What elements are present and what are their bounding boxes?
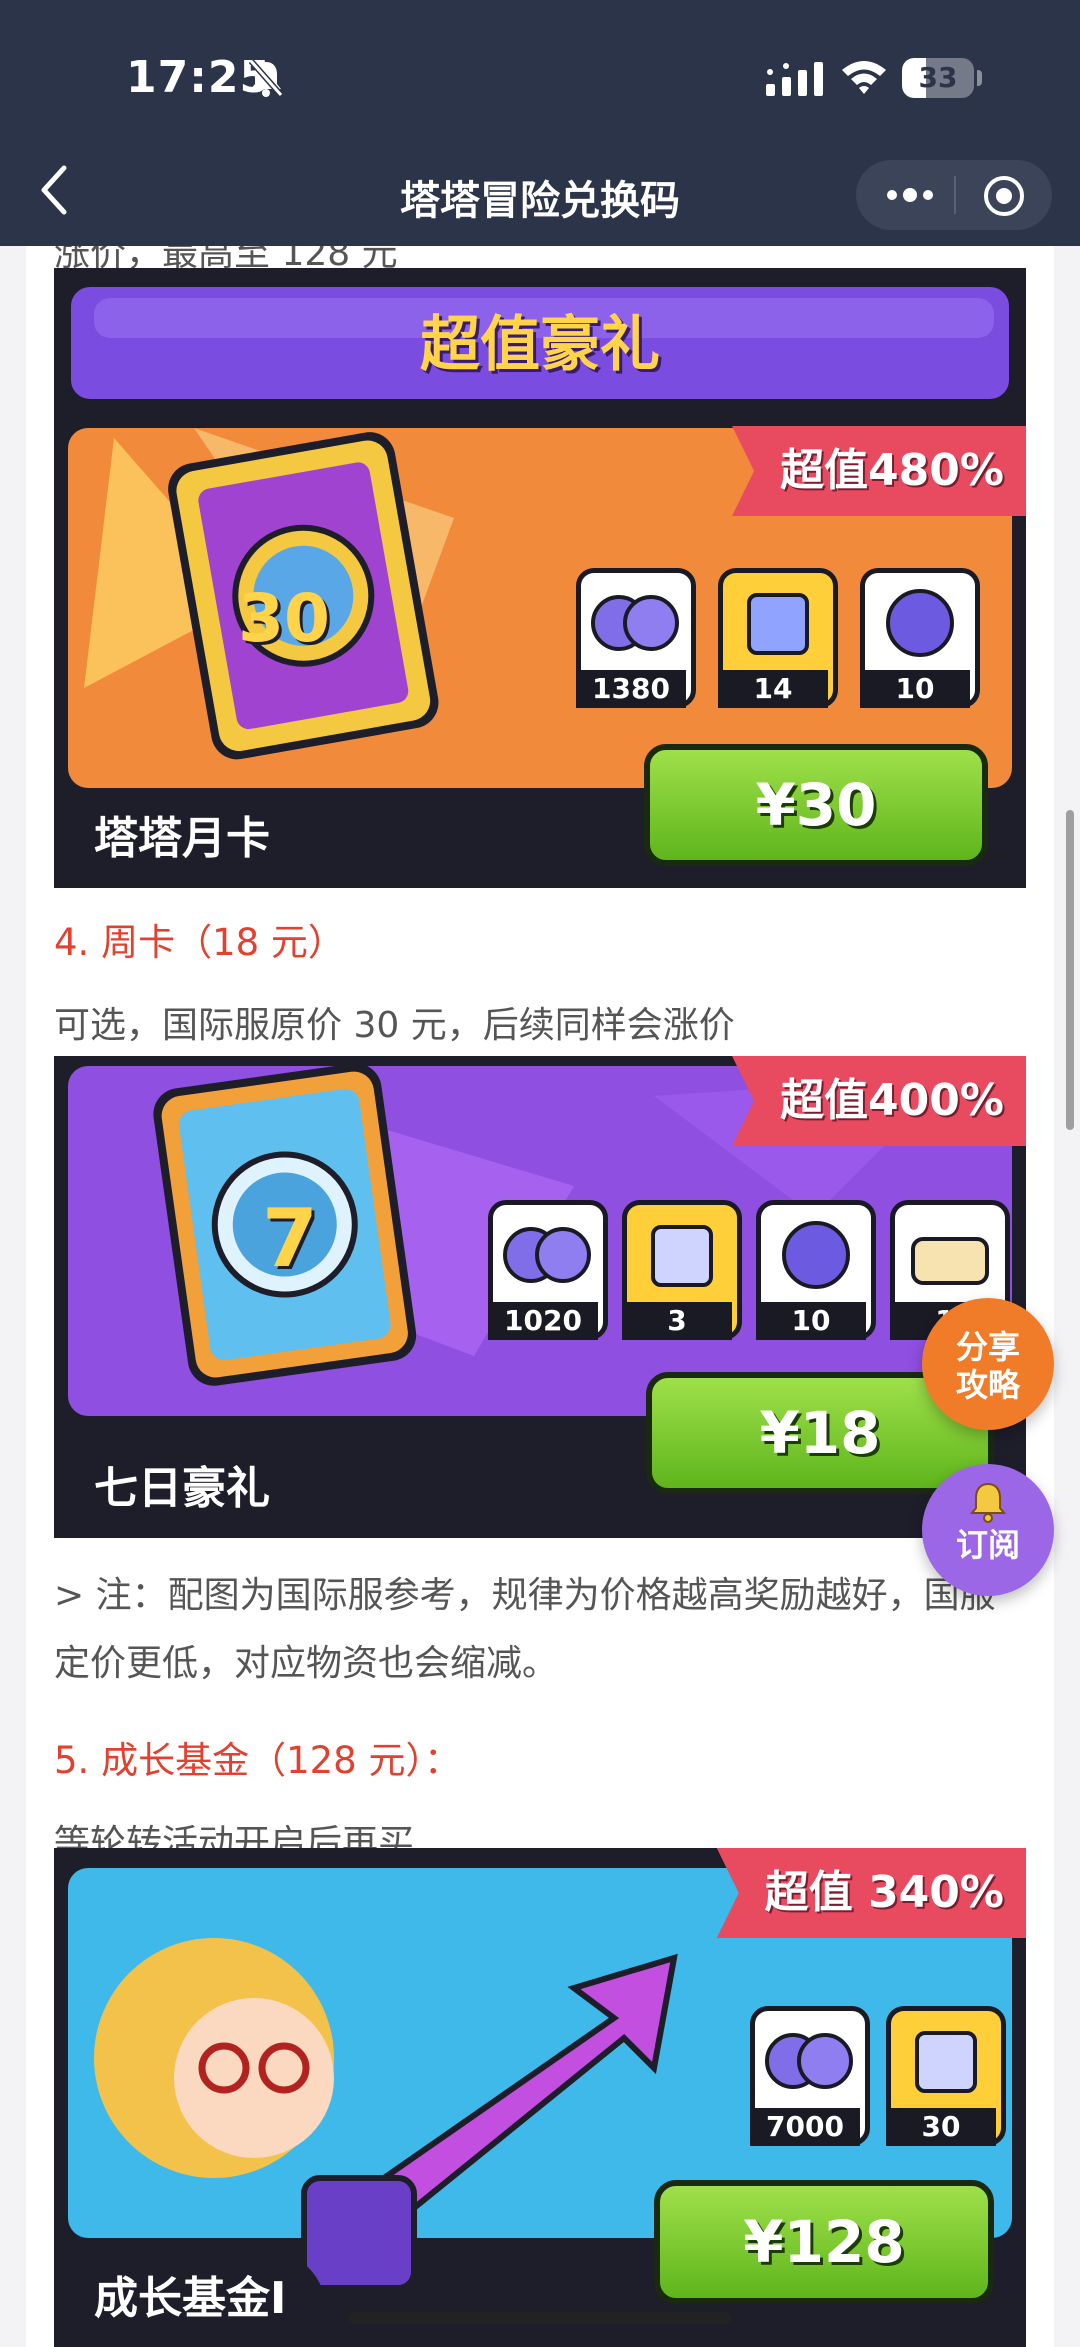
reward-item-capsule: 10 (756, 1200, 876, 1340)
reward-item-box: 3 (622, 1200, 742, 1340)
fund-label: 成长基金I (54, 2250, 327, 2347)
weekly-card-banner: 7 超值400% 1020 3 10 1 ¥18 七日豪礼 (54, 1056, 1026, 1538)
wifi-icon (842, 61, 886, 94)
battery-level: 33 (918, 61, 958, 94)
reward-count: 1020 (488, 1302, 598, 1340)
weekly-card-number: 7 (262, 1192, 318, 1285)
bell-icon (969, 1482, 1007, 1523)
subscribe-button[interactable]: 订阅 (922, 1464, 1054, 1596)
growth-fund-banner: 超值 340% 7000 30 ¥128 成长基金I (54, 1848, 1026, 2347)
battery-indicator: 33 (902, 58, 982, 98)
value-tag: 超值 340% (716, 1848, 1026, 1938)
reward-count: 10 (756, 1302, 866, 1340)
reward-item-gems: 1380 (576, 568, 696, 708)
scrollbar[interactable] (1066, 810, 1074, 1130)
monthly-price-button[interactable]: ¥30 (644, 744, 988, 866)
close-mini-program-icon[interactable] (980, 172, 1028, 220)
fund-price-button[interactable]: ¥128 (654, 2180, 994, 2304)
signal-icon (766, 62, 823, 96)
share-label-line2: 攻略 (955, 1366, 1020, 1404)
monthly-card-label: 塔塔月卡 (54, 790, 310, 888)
section-desc-weekly: 可选，国际服原价 30 元，后续同样会涨价 (54, 1005, 735, 1046)
value-tag: 超值400% (732, 1056, 1026, 1146)
monthly-banner-header: 超值豪礼 (420, 310, 660, 380)
bell-mute-icon (248, 59, 284, 97)
weekly-card-label: 七日豪礼 (54, 1440, 310, 1538)
reward-item-capsule: 10 (860, 568, 980, 708)
reward-count: 3 (622, 1302, 732, 1340)
article-body: 涨价，最高至 128 元 超值豪礼 30 超值480% 1380 14 10 ¥… (26, 246, 1054, 2347)
share-guide-button[interactable]: 分享 攻略 (922, 1298, 1054, 1430)
reward-item-box: 14 (718, 568, 838, 708)
share-label-line1: 分享 (955, 1328, 1020, 1366)
section-heading-fund: 5. 成长基金（128 元）： (54, 1739, 461, 1782)
home-indicator[interactable] (348, 2312, 732, 2324)
reward-count: 14 (718, 670, 828, 708)
reward-count: 1380 (576, 670, 686, 708)
subscribe-label: 订阅 (955, 1526, 1020, 1564)
reward-item-gems: 1020 (488, 1200, 608, 1340)
reward-count: 30 (886, 2108, 996, 2146)
top-bar: 17:25 33 塔塔冒险兑换码 (0, 0, 1080, 246)
reward-item-gems: 7000 (750, 2006, 870, 2146)
value-tag: 超值480% (732, 426, 1026, 516)
reward-count: 7000 (750, 2108, 860, 2146)
reward-count: 10 (860, 670, 970, 708)
section-heading-weekly: 4. 周卡（18 元） (54, 921, 345, 964)
note-paragraph: > 注：配图为国际服参考，规律为价格越高奖励越好，国服定价更低，对应物资也会缩减… (54, 1575, 996, 1684)
mini-program-capsule (856, 160, 1052, 230)
more-icon[interactable] (880, 174, 940, 216)
monthly-card-number: 30 (238, 580, 330, 657)
monthly-card-banner: 超值豪礼 30 超值480% 1380 14 10 ¥30 塔塔月卡 (54, 268, 1026, 888)
reward-item-box: 30 (886, 2006, 1006, 2146)
